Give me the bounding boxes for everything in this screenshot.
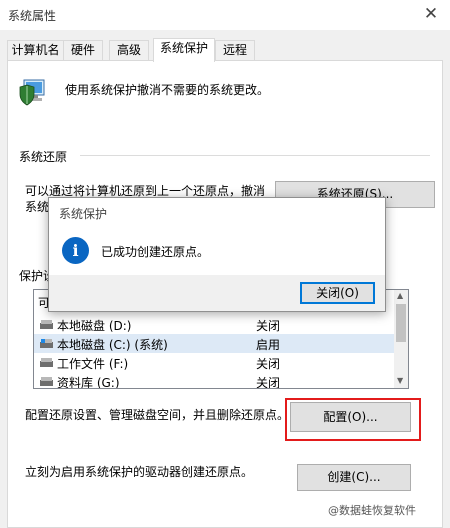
tab-label: 计算机名 (11, 43, 60, 57)
dialog-close-button[interactable]: 关闭(O) (300, 282, 375, 304)
create-description: 立刻为启用系统保护的驱动器创建还原点。 (25, 465, 254, 479)
system-properties-window: 系统属性 ✕ 计算机名 硬件 高级 系统保护 远程 使用系统保护撤消不需要的系统… (0, 0, 450, 528)
drive-icon (40, 358, 53, 367)
list-item[interactable]: 本地磁盘 (D:) 关闭 (34, 315, 396, 334)
drive-name: 本地磁盘 (C:) (系统) (57, 338, 168, 352)
config-description: 配置还原设置、管理磁盘空间，并且删除还原点。 (25, 408, 290, 422)
drive-icon (40, 320, 53, 329)
tab-system-protection[interactable]: 系统保护 (153, 38, 215, 62)
tab-advanced[interactable]: 高级 (109, 40, 149, 61)
window-title: 系统属性 (8, 9, 57, 23)
system-protection-dialog: 系统保护 i 已成功创建还原点。 关闭(O) (48, 197, 386, 312)
tab-label: 高级 (116, 43, 141, 57)
scroll-thumb[interactable] (396, 304, 406, 342)
title-bar: 系统属性 ✕ (0, 0, 450, 30)
list-item[interactable]: 工作文件 (F:) 关闭 (34, 353, 396, 372)
header-text: 使用系统保护撤消不需要的系统更改。 (65, 83, 270, 97)
scroll-down-icon[interactable]: ▼ (397, 376, 403, 385)
computer-shield-icon (19, 79, 45, 106)
drive-name: 资料库 (G:) (57, 376, 120, 389)
system-drive-icon (40, 339, 53, 348)
divider (80, 155, 430, 156)
system-restore-label: 系统还原 (19, 150, 68, 164)
info-icon: i (62, 237, 89, 264)
dialog-title: 系统保护 (59, 207, 108, 221)
drive-name: 工作文件 (F:) (57, 357, 129, 371)
close-icon[interactable]: ✕ (418, 2, 444, 28)
configure-button-highlight (285, 398, 421, 441)
tab-label: 远程 (222, 43, 247, 57)
tab-remote[interactable]: 远程 (215, 40, 255, 61)
button-label: 创建(C)... (327, 470, 381, 484)
tab-computer-name[interactable]: 计算机名 (7, 40, 64, 61)
list-scrollbar[interactable]: ▲ ▼ (394, 290, 408, 388)
drive-protection-state: 启用 (256, 338, 281, 352)
drive-icon (40, 377, 53, 386)
button-label: 关闭(O) (316, 286, 359, 300)
dialog-footer: 关闭(O) (49, 275, 385, 311)
tab-hardware[interactable]: 硬件 (63, 40, 103, 61)
dialog-message: 已成功创建还原点。 (101, 245, 210, 259)
drive-protection-state: 关闭 (256, 376, 281, 389)
drive-protection-state: 关闭 (256, 357, 281, 371)
drive-protection-state: 关闭 (256, 319, 281, 333)
list-item[interactable]: 本地磁盘 (C:) (系统) 启用 (34, 334, 396, 353)
scroll-up-icon[interactable]: ▲ (397, 291, 403, 300)
list-item[interactable]: 资料库 (G:) 关闭 (34, 372, 396, 389)
restore-description-line2: 系统 (25, 200, 50, 214)
tab-label: 硬件 (70, 43, 95, 57)
watermark: @数据蛙恢复软件 (328, 504, 416, 517)
drive-name: 本地磁盘 (D:) (57, 319, 132, 333)
create-button[interactable]: 创建(C)... (297, 464, 411, 491)
tab-label: 系统保护 (159, 41, 208, 55)
